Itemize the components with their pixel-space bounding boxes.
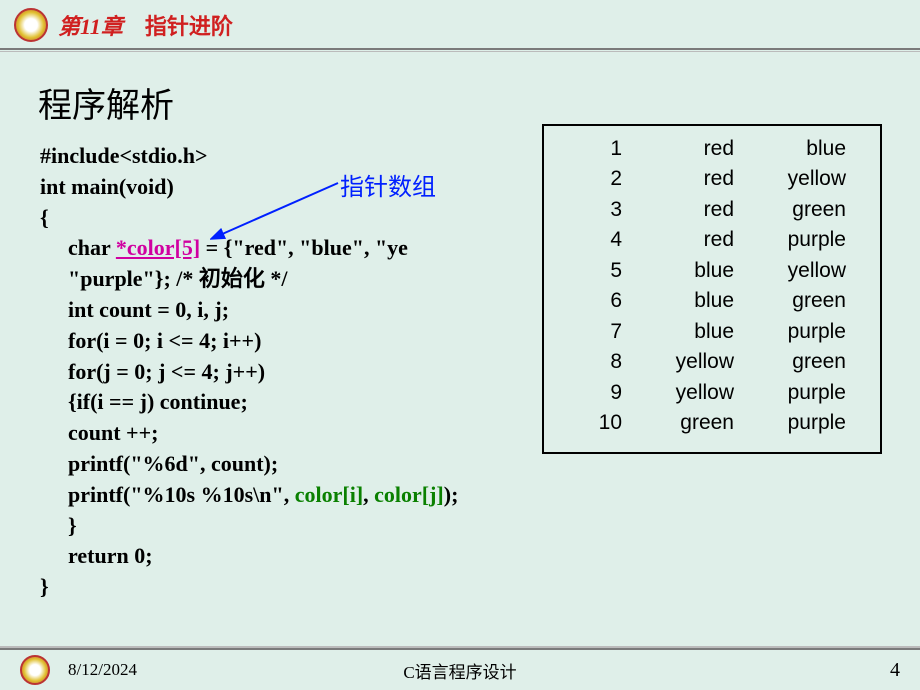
- code-text: char: [68, 235, 116, 260]
- footer-page-number: 4: [890, 659, 900, 682]
- slide-header: 第11章指针进阶: [0, 0, 920, 50]
- code-block: #include<stdio.h> int main(void) { char …: [40, 141, 560, 603]
- out-col-b: purple: [734, 378, 846, 408]
- out-num: 1: [558, 134, 622, 164]
- code-text: printf("%10s %10s\n",: [68, 482, 295, 507]
- out-num: 10: [558, 408, 622, 438]
- out-col-a: red: [622, 134, 734, 164]
- code-color-j: color[j]: [374, 482, 444, 507]
- code-line: {if(i == j) continue;: [40, 387, 560, 418]
- code-text: = {"red", "blue", "ye: [200, 235, 408, 260]
- code-line: "purple"}; /* 初始化 */: [40, 264, 560, 295]
- output-row: 3redgreen: [558, 195, 866, 225]
- out-col-b: green: [734, 195, 846, 225]
- out-num: 5: [558, 256, 622, 286]
- university-logo-icon: [14, 8, 48, 42]
- out-col-b: purple: [734, 317, 846, 347]
- output-row: 6bluegreen: [558, 286, 866, 316]
- output-row: 4redpurple: [558, 225, 866, 255]
- out-col-b: green: [734, 347, 846, 377]
- code-color-i: color[i]: [295, 482, 363, 507]
- out-col-a: green: [622, 408, 734, 438]
- footer-date: 8/12/2024: [68, 660, 137, 680]
- code-line: #include<stdio.h>: [40, 141, 560, 172]
- footer-course-name: C语言程序设计: [403, 658, 516, 683]
- output-row: 10greenpurple: [558, 408, 866, 438]
- annotation-pointer-array: 指针数组: [340, 167, 436, 202]
- out-num: 7: [558, 317, 622, 347]
- out-col-a: yellow: [622, 378, 734, 408]
- header-divider: [0, 51, 920, 52]
- code-line: int main(void): [40, 172, 560, 203]
- out-num: 6: [558, 286, 622, 316]
- slide-footer: 8/12/2024 C语言程序设计 4: [0, 648, 920, 690]
- out-num: 9: [558, 378, 622, 408]
- output-row: 8yellowgreen: [558, 347, 866, 377]
- code-line: count ++;: [40, 418, 560, 449]
- output-row: 7bluepurple: [558, 317, 866, 347]
- code-line: return 0;: [40, 541, 560, 572]
- out-num: 3: [558, 195, 622, 225]
- code-line: }: [40, 572, 560, 603]
- out-col-b: yellow: [734, 164, 846, 194]
- code-line: printf("%6d", count);: [40, 449, 560, 480]
- code-line: for(i = 0; i <= 4; i++): [40, 326, 560, 357]
- out-col-a: blue: [622, 256, 734, 286]
- chapter-number: 11: [80, 14, 101, 39]
- output-row: 9yellowpurple: [558, 378, 866, 408]
- chapter-name: 指针进阶: [145, 14, 233, 39]
- output-box: 1redblue 2redyellow 3redgreen 4redpurple…: [542, 124, 882, 454]
- code-line: {: [40, 203, 560, 234]
- output-row: 5blueyellow: [558, 256, 866, 286]
- code-line: int count = 0, i, j;: [40, 295, 560, 326]
- out-col-b: yellow: [734, 256, 846, 286]
- out-num: 8: [558, 347, 622, 377]
- code-line: printf("%10s %10s\n", color[i], color[j]…: [40, 480, 560, 511]
- chapter-prefix: 第: [58, 14, 80, 39]
- out-col-b: purple: [734, 408, 846, 438]
- out-col-a: yellow: [622, 347, 734, 377]
- out-col-a: blue: [622, 317, 734, 347]
- output-row: 2redyellow: [558, 164, 866, 194]
- out-col-a: red: [622, 225, 734, 255]
- out-col-a: red: [622, 164, 734, 194]
- code-line: }: [40, 511, 560, 542]
- code-pointer-array-decl: *color[5]: [116, 235, 200, 260]
- out-col-a: red: [622, 195, 734, 225]
- code-line: for(j = 0; j <= 4; j++): [40, 357, 560, 388]
- out-col-b: blue: [734, 134, 846, 164]
- chapter-suffix: 章: [101, 14, 123, 39]
- out-num: 2: [558, 164, 622, 194]
- out-col-a: blue: [622, 286, 734, 316]
- out-col-b: purple: [734, 225, 846, 255]
- out-col-b: green: [734, 286, 846, 316]
- chapter-title: 第11章指针进阶: [58, 9, 233, 41]
- code-text: );: [444, 482, 459, 507]
- code-line: char *color[5] = {"red", "blue", "ye: [40, 233, 560, 264]
- university-logo-icon: [20, 655, 50, 685]
- output-row: 1redblue: [558, 134, 866, 164]
- code-text: ,: [363, 482, 374, 507]
- out-num: 4: [558, 225, 622, 255]
